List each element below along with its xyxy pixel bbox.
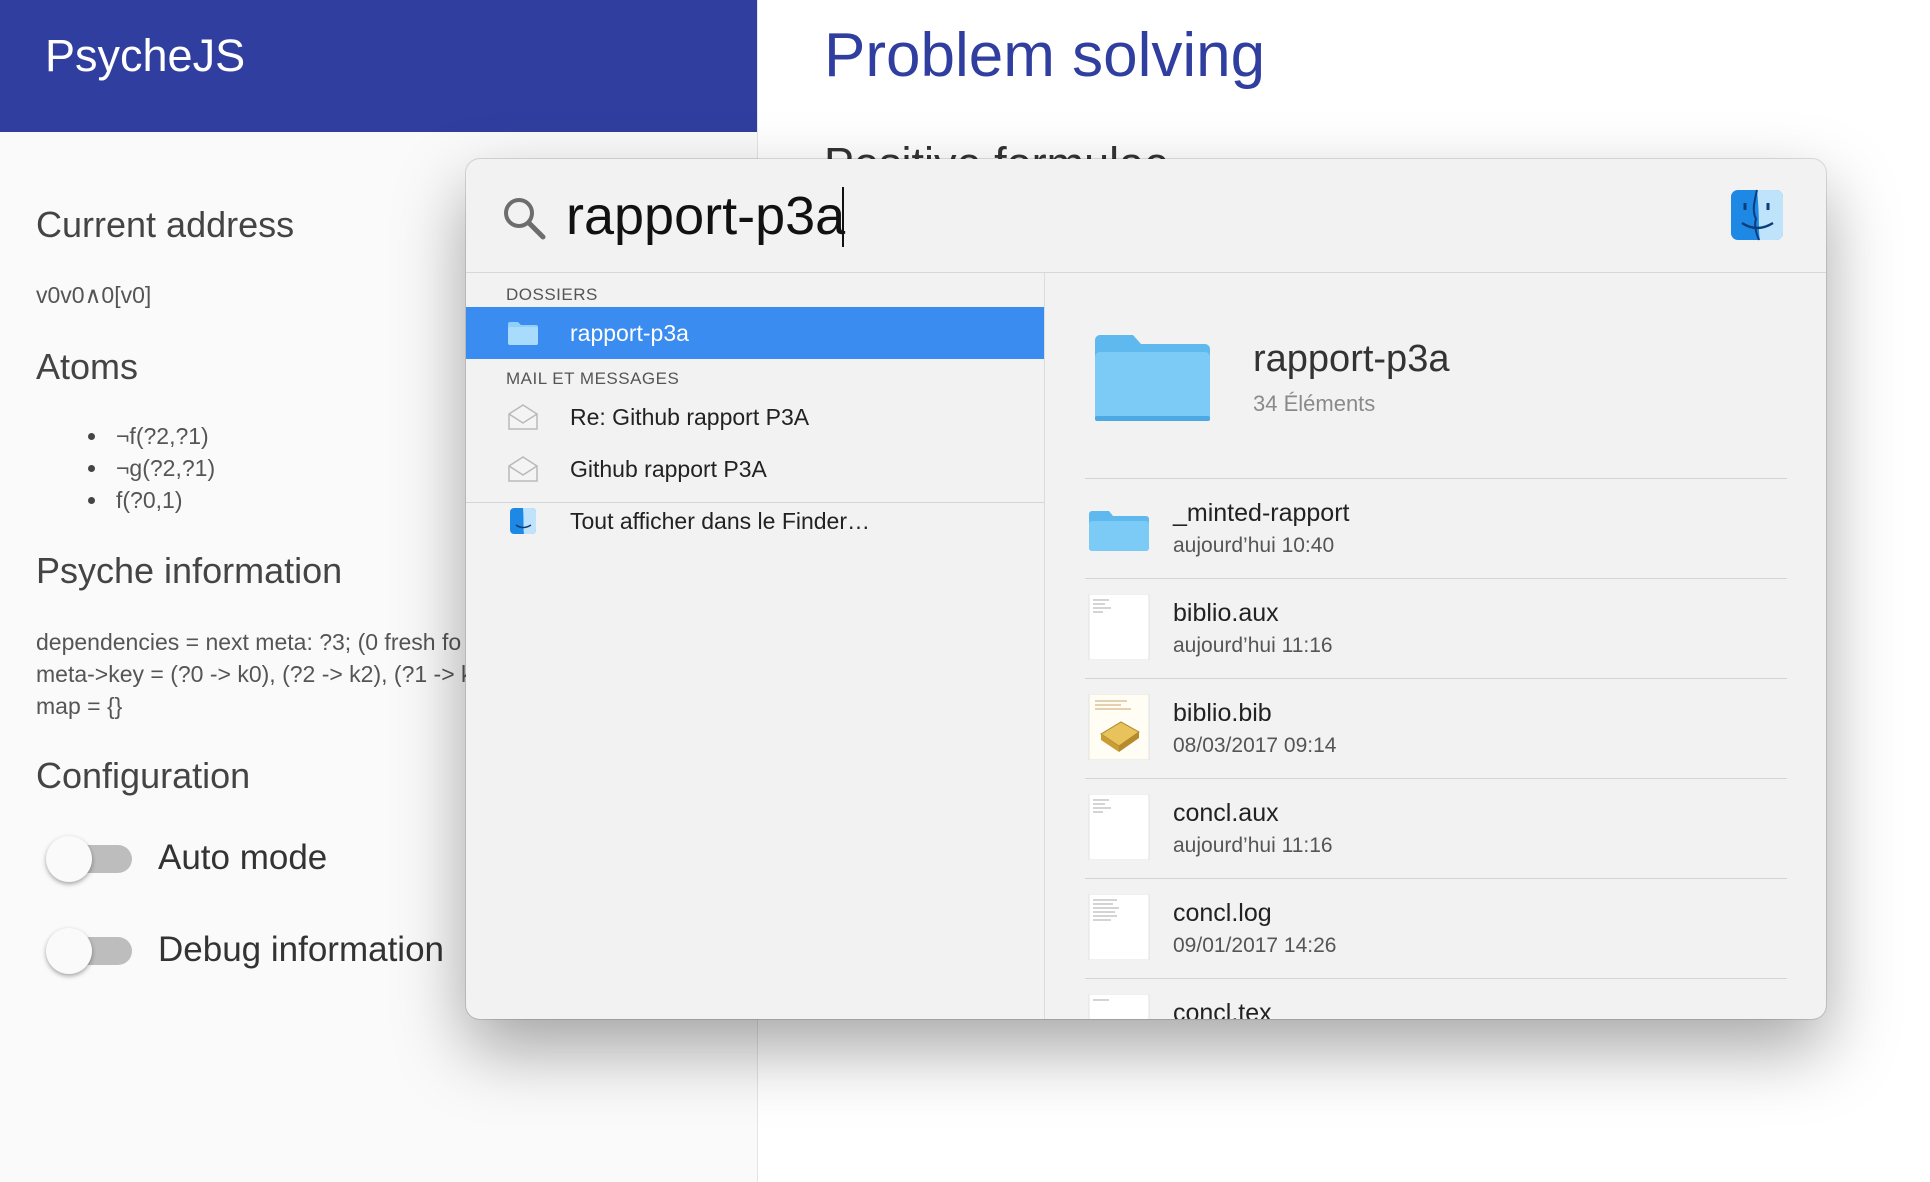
- atoms-heading: Atoms: [36, 346, 139, 387]
- psyche-heading: Psyche information: [36, 550, 343, 591]
- auto-mode-label[interactable]: Auto mode: [158, 838, 327, 878]
- toggle-knob[interactable]: [46, 928, 92, 974]
- search-icon: [504, 198, 546, 240]
- file-list-item[interactable]: _minted-rapport aujourd’hui 10:40: [1085, 479, 1787, 579]
- bibtex-icon: [1088, 694, 1150, 760]
- spotlight-results: DOSSIERS rapport-p3a MAIL ET MESSAGES Re…: [466, 273, 1045, 1019]
- result-item-mail[interactable]: Github rapport P3A: [466, 443, 1044, 495]
- preview-item-count: 34 Éléments: [1253, 391, 1376, 416]
- file-list-item[interactable]: biblio.aux aujourd’hui 11:16: [1085, 579, 1787, 679]
- atom-item: f(?0,1): [80, 484, 215, 516]
- file-date: aujourd’hui 11:16: [1173, 634, 1333, 657]
- file-date: aujourd’hui 10:40: [1173, 534, 1335, 557]
- page-title: Problem solving: [824, 21, 1266, 90]
- current-address-heading: Current address: [36, 204, 295, 245]
- auto-mode-toggle[interactable]: [46, 834, 134, 884]
- document-icon: [1088, 794, 1150, 860]
- current-address-value: v0v0∧0[v0]: [36, 282, 152, 308]
- section-label-folders: DOSSIERS: [506, 285, 598, 304]
- text-caret: [842, 187, 844, 247]
- atom-item: ¬f(?2,?1): [80, 420, 215, 452]
- app-brand[interactable]: PsycheJS: [45, 30, 245, 82]
- file-name: concl.tex: [1173, 999, 1272, 1019]
- psyche-line: meta->key = (?0 -> k0), (?2 -> k2), (?1 …: [36, 661, 486, 687]
- preview-folder-name: rapport-p3a: [1253, 338, 1450, 380]
- file-name: _minted-rapport: [1173, 499, 1350, 527]
- file-list-item[interactable]: concl.log 09/01/2017 14:26: [1085, 879, 1787, 979]
- result-label: Tout afficher dans le Finder…: [570, 508, 871, 534]
- file-name: concl.aux: [1173, 799, 1279, 827]
- atom-item: ¬g(?2,?1): [80, 452, 215, 484]
- spotlight-search-input[interactable]: [566, 181, 1466, 251]
- file-list-item[interactable]: biblio.bib 08/03/2017 09:14: [1085, 679, 1787, 779]
- app-header: PsycheJS: [0, 0, 757, 132]
- mail-icon: [508, 456, 538, 482]
- file-name: biblio.bib: [1173, 699, 1272, 727]
- atoms-list: ¬f(?2,?1) ¬g(?2,?1) f(?0,1): [80, 420, 215, 516]
- document-icon: [1088, 594, 1150, 660]
- section-label-mail: MAIL ET MESSAGES: [506, 369, 680, 388]
- section-subtitle: Positive formulae: [824, 136, 1169, 160]
- spotlight-preview: rapport-p3a 34 Éléments _minted-rapport …: [1045, 273, 1826, 1019]
- document-icon: [1088, 994, 1150, 1019]
- spotlight-window: DOSSIERS rapport-p3a MAIL ET MESSAGES Re…: [466, 159, 1826, 1019]
- result-label: rapport-p3a: [570, 320, 689, 346]
- result-item-mail[interactable]: Re: Github rapport P3A: [466, 391, 1044, 443]
- debug-information-toggle[interactable]: [46, 926, 134, 976]
- result-label: Re: Github rapport P3A: [570, 404, 810, 430]
- debug-information-label[interactable]: Debug information: [158, 930, 444, 970]
- psyche-line: dependencies = next meta: ?3; (0 fresh f…: [36, 629, 462, 655]
- file-name: biblio.aux: [1173, 599, 1279, 627]
- result-item-folder[interactable]: rapport-p3a: [466, 307, 1044, 359]
- file-list-item[interactable]: concl.tex: [1085, 979, 1787, 1019]
- finder-icon: [510, 508, 536, 534]
- psyche-line: map = {}: [36, 693, 123, 719]
- show-all-in-finder[interactable]: Tout afficher dans le Finder…: [466, 495, 1044, 547]
- folder-icon: [1089, 511, 1149, 551]
- mail-icon: [508, 404, 538, 430]
- finder-icon[interactable]: [1730, 189, 1784, 241]
- result-label: Github rapport P3A: [570, 456, 767, 482]
- file-date: aujourd’hui 11:16: [1173, 834, 1333, 857]
- file-name: concl.log: [1173, 899, 1272, 927]
- file-date: 09/01/2017 14:26: [1173, 934, 1337, 957]
- toggle-knob[interactable]: [46, 836, 92, 882]
- spotlight-search-bar: [466, 159, 1826, 273]
- configuration-heading: Configuration: [36, 755, 251, 796]
- folder-icon: [508, 322, 538, 345]
- folder-icon: [1095, 335, 1210, 421]
- document-icon: [1088, 894, 1150, 960]
- file-list-item[interactable]: concl.aux aujourd’hui 11:16: [1085, 779, 1787, 879]
- file-date: 08/03/2017 09:14: [1173, 734, 1337, 757]
